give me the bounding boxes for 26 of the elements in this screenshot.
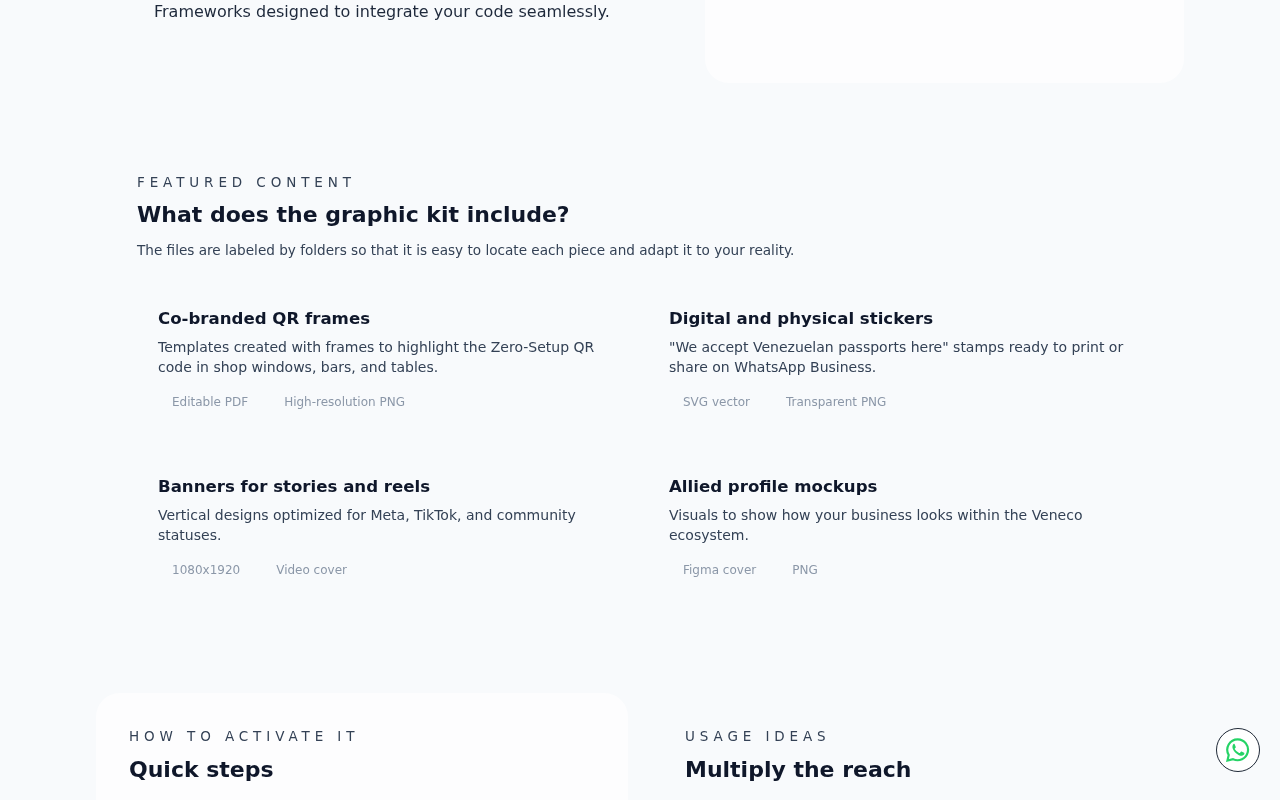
whatsapp-button[interactable] [1216,728,1260,772]
feature-title: Co-branded QR frames [158,308,370,330]
format-tag: Video cover [262,558,361,582]
format-tag: Editable PDF [158,390,263,414]
format-tag: PNG [778,558,832,582]
section-subtitle: The files are labeled by folders so that it is easy to locate each piece and adapt it to your reality. [137,241,795,260]
feature-description: "We accept Venezuelan passports here" stamps ready to print or share on WhatsApp Business. [669,338,1125,377]
feature-title: Digital and physical stickers [669,308,934,330]
section-eyebrow: HOW TO ACTIVATE IT [129,727,360,745]
format-tag: High-resolution PNG [270,390,419,414]
intro-text: Frameworks designed to integrate your code seamlessly. [154,2,611,22]
feature-description: Templates created with frames to highlight the Zero-Setup QR code in shop windows, bars, and tables. [158,338,596,377]
feature-title: Banners for stories and reels [158,476,431,498]
format-tag: Transparent PNG [772,390,901,414]
section-heading: Quick steps [129,756,274,784]
format-tag: 1080x1920 [158,558,255,582]
format-tag: Figma cover [669,558,771,582]
format-tag: SVG vector [669,390,764,414]
section-heading: Multiply the reach [685,756,912,784]
section-eyebrow: USAGE IDEAS [685,727,831,745]
section-eyebrow: FEATURED CONTENT [137,173,356,191]
feature-title: Allied profile mockups [669,476,878,498]
feature-description: Vertical designs optimized for Meta, TikTok, and community statuses. [158,506,577,545]
chat-bubble-phone-icon [1226,738,1250,762]
feature-description: Visuals to show how your business looks within the Veneco ecosystem. [669,506,1084,545]
section-heading: What does the graphic kit include? [137,201,570,229]
